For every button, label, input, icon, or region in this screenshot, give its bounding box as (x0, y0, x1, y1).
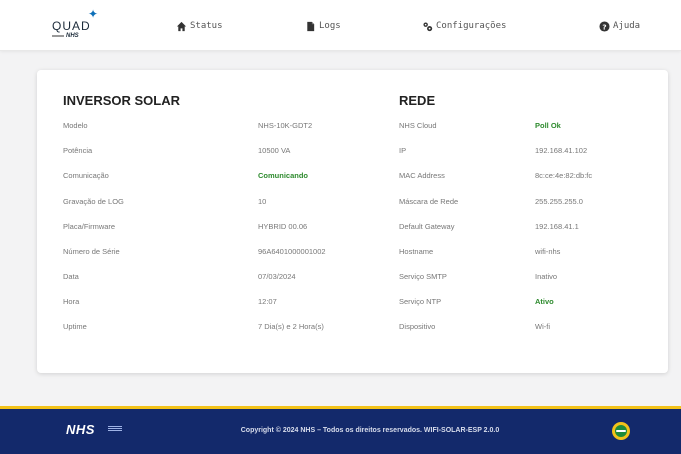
inversor-value-comunicacao: Comunicando (258, 171, 308, 180)
rede-label-dispositivo: Dispositivo (399, 322, 436, 331)
nav-status[interactable]: Status (176, 17, 223, 35)
logo-text: QUAD (52, 19, 91, 33)
home-icon (176, 21, 187, 31)
rede-label-cloud: NHS Cloud (399, 121, 437, 130)
inversor-label-data: Data (63, 272, 79, 281)
rede-value-ip: 192.168.41.102 (535, 146, 588, 155)
footer: NHS Copyright © 2024 NHS – Todos os dire… (0, 406, 681, 454)
gears-icon (423, 21, 433, 31)
rede-label-ntp: Serviço NTP (399, 297, 442, 306)
file-icon (307, 21, 315, 31)
rede-value-dispositivo: Wi-fi (535, 322, 550, 331)
inversor-value-serie: 96A6401000001002 (258, 247, 326, 256)
rede-label-smtp: Serviço SMTP (399, 272, 447, 281)
copyright-text: Copyright © 2024 NHS – Todos os direitos… (240, 427, 500, 434)
inversor-label-uptime: Uptime (63, 322, 87, 331)
nav-ajuda[interactable]: ? Ajuda (599, 17, 640, 35)
nav-configuracoes[interactable]: Configurações (422, 17, 506, 35)
inversor-title: INVERSOR SOLAR (63, 93, 181, 108)
inversor-label-modelo: Modelo (63, 121, 88, 130)
rede-value-mascara: 255.255.255.0 (535, 197, 583, 206)
question-icon: ? (599, 20, 610, 32)
rede-label-hostname: Hostname (399, 247, 434, 256)
logo-sub-text: NHS (66, 33, 79, 39)
logo-star-icon: ✦ (88, 7, 99, 21)
footer-nhs-logo: NHS (66, 422, 95, 437)
footer-flag-icon (108, 426, 122, 433)
inversor-value-data: 07/03/2024 (258, 272, 296, 281)
rede-label-mascara: Máscara de Rede (399, 197, 459, 206)
top-navbar: QUAD ✦ NHS Status Logs Configurações ? A… (0, 0, 681, 51)
inversor-label-comunicacao: Comunicação (63, 171, 109, 180)
inversor-value-uptime: 7 Dia(s) e 2 Hora(s) (258, 322, 324, 331)
inversor-value-placa: HYBRID 00.06 (258, 222, 308, 231)
nav-configuracoes-label: Configurações (436, 21, 507, 31)
nav-ajuda-label: Ajuda (613, 21, 641, 31)
nav-status-label: Status (190, 21, 223, 31)
nav-logs[interactable]: Logs (305, 17, 341, 35)
logo-sub: NHS (52, 33, 92, 39)
rede-value-cloud: Poll Ok (535, 121, 561, 130)
inversor-value-hora: 12:07 (258, 297, 277, 306)
info-card: INVERSOR SOLAR Modelo NHS-10K-GDT2 Potên… (37, 70, 668, 373)
brazil-badge-icon (612, 422, 630, 440)
inversor-label-serie: Número de Série (63, 247, 120, 256)
rede-value-mac: 8c:ce:4e:82:db:fc (535, 171, 593, 180)
rede-label-mac: MAC Address (399, 171, 445, 180)
inversor-value-gravacao: 10 (258, 197, 267, 206)
nav-logs-label: Logs (319, 21, 341, 31)
rede-value-hostname: wifi-nhs (535, 247, 561, 256)
rede-title: REDE (399, 93, 436, 108)
inversor-label-placa: Placa/Firmware (63, 222, 116, 231)
inversor-label-potencia: Potência (63, 146, 93, 155)
svg-text:?: ? (602, 22, 606, 31)
inversor-value-potencia: 10500 VA (258, 146, 291, 155)
rede-label-gateway: Default Gateway (399, 222, 455, 231)
inversor-value-modelo: NHS-10K-GDT2 (258, 121, 313, 130)
quad-logo[interactable]: QUAD ✦ NHS (52, 7, 112, 41)
rede-label-ip: IP (399, 146, 407, 155)
inversor-label-hora: Hora (63, 297, 80, 306)
rede-value-ntp: Ativo (535, 297, 554, 306)
inversor-label-gravacao: Gravação de LOG (63, 197, 124, 206)
rede-value-gateway: 192.168.41.1 (535, 222, 579, 231)
rede-value-smtp: Inativo (535, 272, 558, 281)
